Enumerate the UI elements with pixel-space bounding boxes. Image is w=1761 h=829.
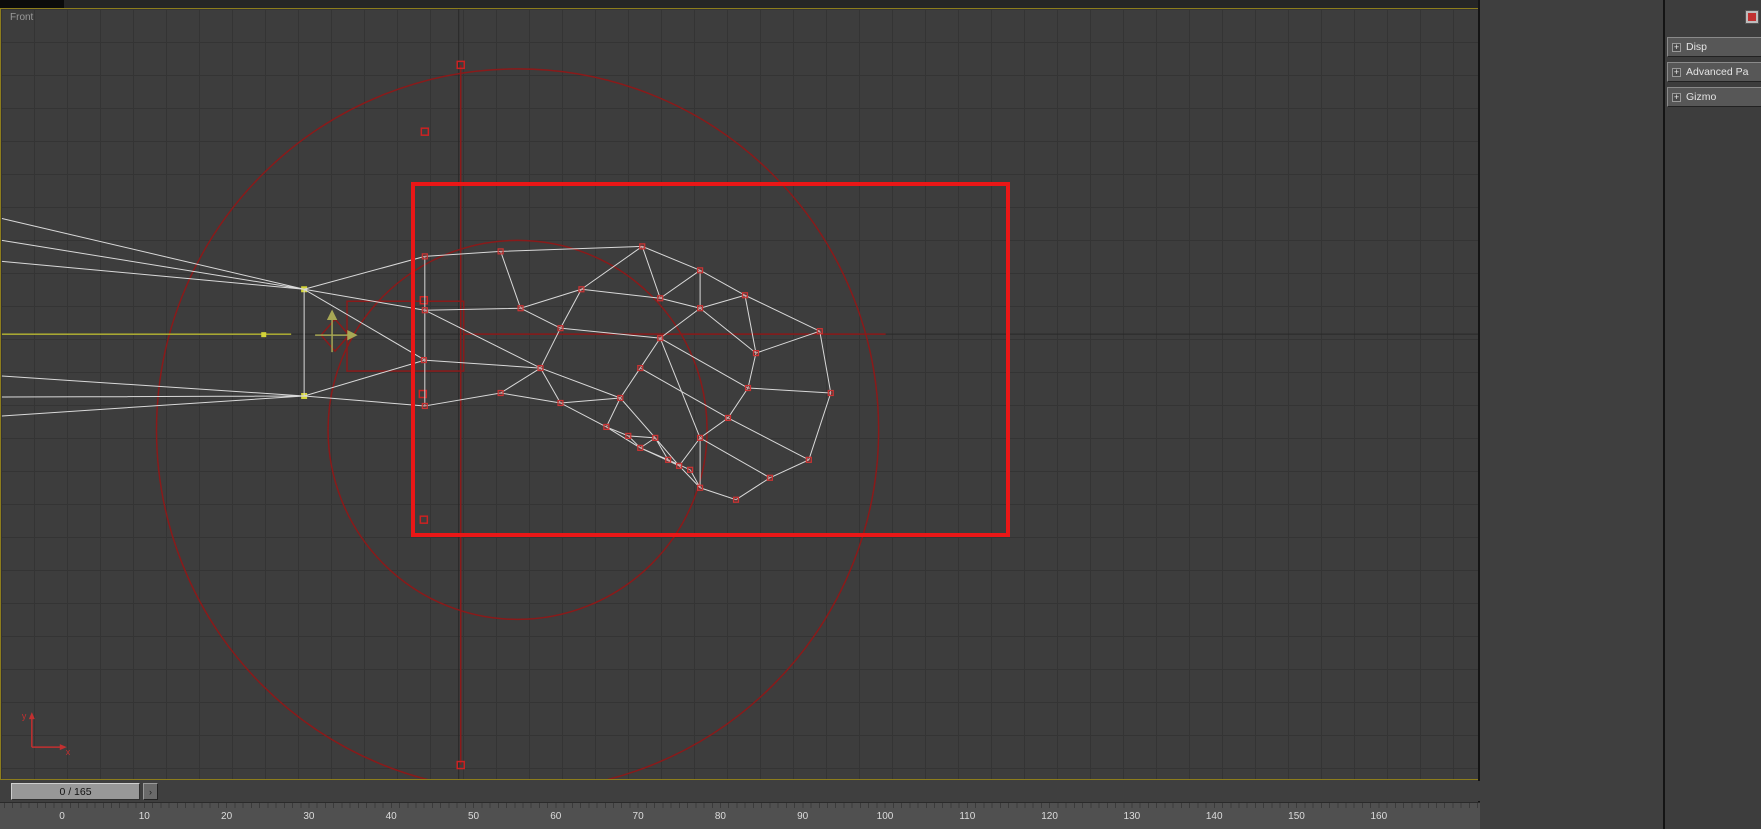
ruler-tick-label: 160 <box>1370 811 1388 822</box>
ruler-tick-label: 110 <box>959 811 976 822</box>
ruler-tick-label: 0 <box>59 811 65 822</box>
ruler-tick-label: 30 <box>303 811 315 822</box>
rollout-display[interactable]: + Disp <box>1667 37 1761 57</box>
front-viewport[interactable]: y x Front <box>0 8 1480 780</box>
ruler-tick-label: 90 <box>797 811 809 822</box>
skin-envelope-circles <box>155 64 886 779</box>
top-strip <box>0 0 1480 8</box>
world-axis-lines <box>1 9 1479 779</box>
next-frame-icon: › <box>149 786 152 797</box>
time-slider-row: 0 / 165 › <box>0 781 1480 801</box>
ruler-tick-label: 70 <box>632 811 644 822</box>
ruler-tick-label: 50 <box>467 811 480 822</box>
rollout-label: Gizmo <box>1686 91 1717 103</box>
transform-gizmo-icon[interactable] <box>315 309 358 353</box>
red-glyph-icon <box>1748 13 1756 21</box>
ruler-tick-label: 140 <box>1205 811 1223 822</box>
svg-text:x: x <box>66 747 71 757</box>
ruler-tick-label: 10 <box>138 811 150 822</box>
hand-wireframe-mesh <box>1 217 832 501</box>
plus-icon: + <box>1672 41 1681 52</box>
viewport-label[interactable]: Front <box>10 12 33 23</box>
ruler-tick-label: 40 <box>385 811 397 822</box>
secondary-panel-column <box>1665 0 1761 829</box>
mesh-vertex-squares[interactable] <box>420 243 834 503</box>
envelope-handle-squares[interactable] <box>418 60 465 770</box>
ruler-tick-label: 20 <box>221 811 233 822</box>
top-strip-fragment <box>0 0 64 8</box>
ruler-tick-label: 80 <box>714 811 726 822</box>
plus-icon: + <box>1672 66 1681 77</box>
toolbar-fragment-icon <box>1745 10 1759 24</box>
rollout-advanced-parameters[interactable]: + Advanced Pa <box>1667 62 1761 82</box>
svg-text:y: y <box>22 711 27 721</box>
plus-icon: + <box>1672 91 1681 102</box>
time-slider-button[interactable]: 0 / 165 <box>11 783 140 800</box>
command-panel: PA GhostReconBones Modifier List ▼ UVW M… <box>1480 0 1663 829</box>
viewport-canvas: y x <box>1 9 1479 779</box>
axis-tripod-icon: y x <box>22 711 71 757</box>
track-bar[interactable]: 0 10 20 30 40 50 60 70 80 90 100 110 120 130 140 150 160 <box>0 802 1480 829</box>
selected-bone-yellow <box>1 286 308 399</box>
ruler-tick-label: 120 <box>1041 811 1058 822</box>
ruler-tick-label: 60 <box>550 811 562 822</box>
ruler-tick-label: 130 <box>1123 811 1141 822</box>
rollout-gizmo[interactable]: + Gizmo <box>1667 87 1761 107</box>
ruler-tick-label: 150 <box>1288 811 1305 822</box>
application-window: y x Front PA GhostReconBones <box>0 0 1761 829</box>
rollout-label: Disp <box>1686 41 1708 53</box>
ruler-tick-label: 100 <box>876 811 894 822</box>
next-frame-nub[interactable]: › <box>143 783 158 800</box>
rollout-label: Advanced Pa <box>1686 66 1749 78</box>
